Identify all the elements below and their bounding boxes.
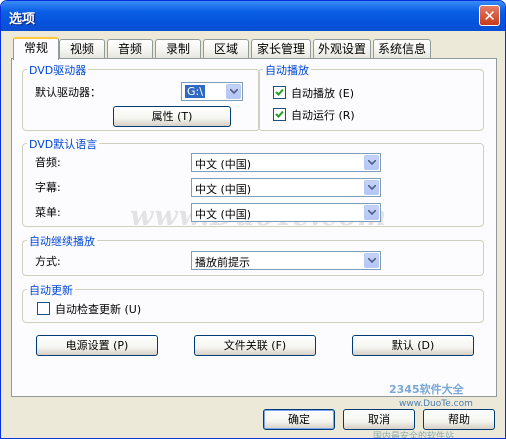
- chevron-down-icon[interactable]: [364, 155, 379, 170]
- update-group: 自动更新 自动检查更新 (U): [22, 282, 484, 323]
- language-group-title: DVD默认语言: [27, 136, 100, 152]
- resume-group-title: 自动继续播放: [27, 233, 97, 249]
- autorun-label: 自动运行 (R): [291, 109, 355, 122]
- tab-system-info[interactable]: 系统信息: [373, 39, 431, 58]
- menu-language-select[interactable]: 中文 (中国): [191, 203, 381, 222]
- options-window: 选项 ✕ 常规 视频 音频 录制 区域 家长管理 外观设置 系统信息 www.D…: [0, 0, 506, 439]
- audio-language-select[interactable]: 中文 (中国): [191, 153, 381, 172]
- autoplay-group-title: 自动播放: [263, 62, 311, 78]
- default-drive-label: 默认驱动器：: [35, 86, 101, 99]
- resume-mode-select[interactable]: 播放前提示: [191, 251, 381, 270]
- chevron-down-icon[interactable]: [364, 180, 379, 195]
- properties-button[interactable]: 属性 (T): [113, 106, 231, 127]
- drive-value: G:\: [185, 85, 205, 98]
- general-panel: www.DuoTe.com DVD驱动器 默认驱动器： G:\ 属性 (T) 自…: [11, 58, 497, 397]
- menu-language-value: 中文 (中国): [195, 208, 252, 221]
- resume-mode-label: 方式:: [35, 255, 61, 268]
- autoplay-label: 自动播放 (E): [291, 87, 355, 100]
- chevron-down-icon[interactable]: [364, 253, 379, 268]
- chevron-down-icon[interactable]: [364, 205, 379, 220]
- tab-appearance[interactable]: 外观设置: [313, 39, 371, 58]
- close-button[interactable]: ✕: [479, 5, 500, 26]
- title-bar[interactable]: 选项 ✕: [1, 1, 505, 31]
- help-button[interactable]: 帮助: [423, 409, 495, 430]
- watermark-2345: 2345软件大全: [389, 383, 464, 396]
- audio-language-value: 中文 (中国): [195, 158, 252, 171]
- autoplay-group: 自动播放 自动播放 (E) 自动运行 (R): [258, 62, 484, 131]
- cancel-button[interactable]: 取消: [343, 409, 415, 430]
- tab-audio[interactable]: 音频: [107, 39, 153, 58]
- tab-video[interactable]: 视频: [59, 39, 105, 58]
- subtitle-language-label: 字幕:: [35, 181, 61, 194]
- autorun-checkbox[interactable]: [273, 108, 286, 121]
- ok-button[interactable]: 确定: [263, 409, 335, 430]
- tab-parental[interactable]: 家长管理: [251, 39, 311, 58]
- watermark-tagline: 国内最安全的软件站: [373, 432, 455, 439]
- subtitle-language-select[interactable]: 中文 (中国): [191, 178, 381, 197]
- watermark-2345-url: www.DuoTe.com: [399, 399, 473, 409]
- language-group: DVD默认语言 音频: 中文 (中国) 字幕: 中文 (中国) 菜单: 中文 (…: [22, 136, 484, 227]
- update-group-title: 自动更新: [27, 282, 75, 298]
- chevron-down-icon[interactable]: [226, 84, 241, 99]
- audio-language-label: 音频:: [35, 156, 61, 169]
- autoplay-checkbox[interactable]: [273, 86, 286, 99]
- default-button[interactable]: 默认 (D): [352, 335, 474, 356]
- power-settings-button[interactable]: 电源设置 (P): [36, 335, 158, 356]
- file-association-button[interactable]: 文件关联 (F): [194, 335, 316, 356]
- auto-update-label: 自动检查更新 (U): [55, 303, 142, 316]
- tab-record[interactable]: 录制: [155, 39, 201, 58]
- tab-region[interactable]: 区域: [203, 39, 249, 58]
- dvd-drive-group: DVD驱动器 默认驱动器： G:\ 属性 (T): [22, 62, 260, 131]
- window-title: 选项: [9, 12, 36, 27]
- subtitle-language-value: 中文 (中国): [195, 183, 252, 196]
- menu-language-label: 菜单:: [35, 206, 61, 219]
- drive-select[interactable]: G:\: [181, 82, 243, 101]
- dvd-drive-group-title: DVD驱动器: [27, 62, 89, 78]
- auto-update-checkbox[interactable]: [37, 302, 50, 315]
- resume-mode-value: 播放前提示: [195, 256, 250, 269]
- tab-general[interactable]: 常规: [13, 37, 59, 60]
- resume-group: 自动继续播放 方式: 播放前提示: [22, 233, 484, 276]
